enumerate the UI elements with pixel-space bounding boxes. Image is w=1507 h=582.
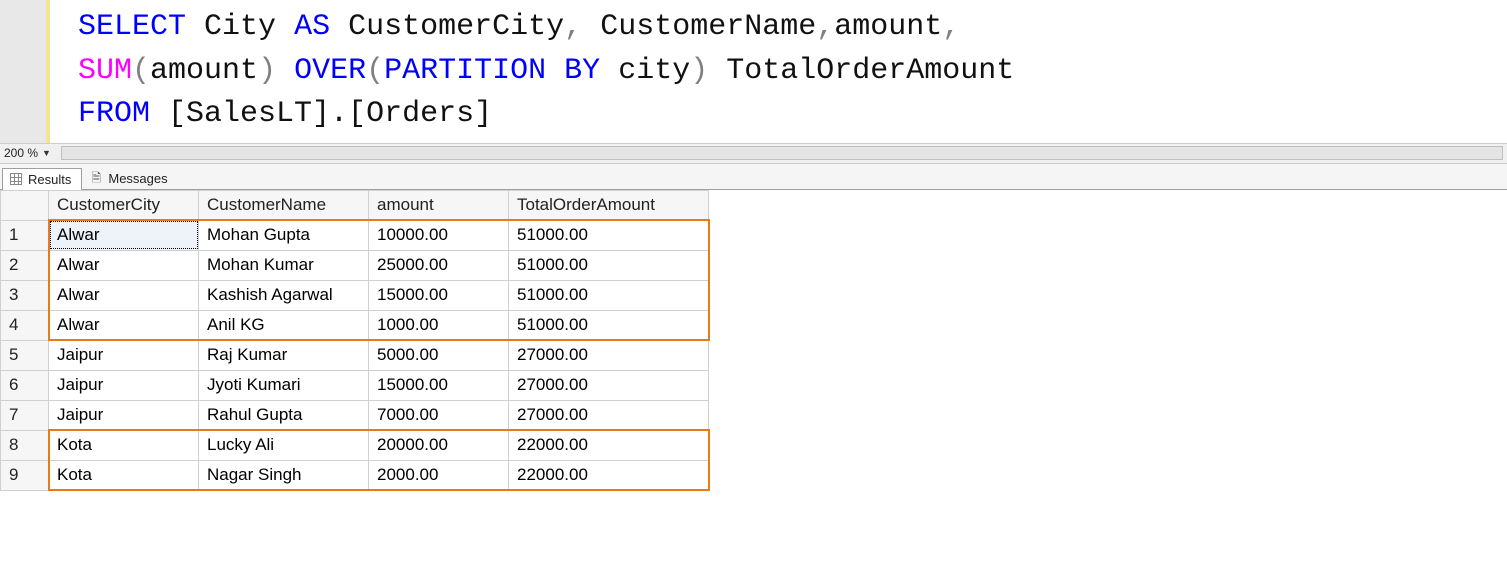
cell-totalorderamount[interactable]: 51000.00 xyxy=(509,250,709,280)
rownum-header[interactable] xyxy=(1,190,49,220)
cell-customername[interactable]: Anil KG xyxy=(199,310,369,340)
table-row[interactable]: 9KotaNagar Singh2000.0022000.00 xyxy=(1,460,709,490)
editor-gutter xyxy=(0,0,50,143)
cell-customername[interactable]: Mohan Gupta xyxy=(199,220,369,250)
row-number[interactable]: 1 xyxy=(1,220,49,250)
cell-totalorderamount[interactable]: 27000.00 xyxy=(509,340,709,370)
alias-customercity: CustomerCity xyxy=(348,10,564,44)
col-header-customername[interactable]: CustomerName xyxy=(199,190,369,220)
rparen-icon: ) xyxy=(690,54,708,88)
cell-customername[interactable]: Mohan Kumar xyxy=(199,250,369,280)
cell-customername[interactable]: Raj Kumar xyxy=(199,340,369,370)
sql-editor[interactable]: SELECT City AS CustomerCity, CustomerNam… xyxy=(0,0,1507,144)
rparen-icon: ) xyxy=(258,54,276,88)
cell-customername[interactable]: Jyoti Kumari xyxy=(199,370,369,400)
results-grid[interactable]: CustomerCity CustomerName amount TotalOr… xyxy=(0,190,709,491)
table-row[interactable]: 5JaipurRaj Kumar5000.0027000.00 xyxy=(1,340,709,370)
cell-amount[interactable]: 10000.00 xyxy=(369,220,509,250)
cell-customercity[interactable]: Alwar xyxy=(49,280,199,310)
ident-city: City xyxy=(204,10,276,44)
table-row[interactable]: 1AlwarMohan Gupta10000.0051000.00 xyxy=(1,220,709,250)
cell-customercity[interactable]: Jaipur xyxy=(49,370,199,400)
cell-amount[interactable]: 7000.00 xyxy=(369,400,509,430)
ident-amount: amount xyxy=(834,10,942,44)
col-header-totalorderamount[interactable]: TotalOrderAmount xyxy=(509,190,709,220)
horizontal-scrollbar[interactable] xyxy=(61,146,1503,160)
cell-amount[interactable]: 15000.00 xyxy=(369,370,509,400)
row-number[interactable]: 5 xyxy=(1,340,49,370)
tab-results-label: Results xyxy=(28,172,71,187)
cell-totalorderamount[interactable]: 51000.00 xyxy=(509,280,709,310)
chevron-down-icon[interactable]: ▼ xyxy=(42,148,51,158)
cell-totalorderamount[interactable]: 51000.00 xyxy=(509,310,709,340)
cell-amount[interactable]: 15000.00 xyxy=(369,280,509,310)
kw-from: FROM xyxy=(78,97,150,131)
cell-amount[interactable]: 2000.00 xyxy=(369,460,509,490)
row-number[interactable]: 3 xyxy=(1,280,49,310)
grid-icon xyxy=(9,172,23,186)
row-number[interactable]: 2 xyxy=(1,250,49,280)
sql-text-area[interactable]: SELECT City AS CustomerCity, CustomerNam… xyxy=(50,0,1507,143)
cell-customername[interactable]: Lucky Ali xyxy=(199,430,369,460)
cell-customercity[interactable]: Alwar xyxy=(49,220,199,250)
lparen-icon: ( xyxy=(366,54,384,88)
lparen-icon: ( xyxy=(132,54,150,88)
cell-customercity[interactable]: Alwar xyxy=(49,250,199,280)
tab-messages[interactable]: 🗎 Messages xyxy=(82,167,178,189)
col-header-amount[interactable]: amount xyxy=(369,190,509,220)
kw-partition-by: PARTITION BY xyxy=(384,54,600,88)
cell-customercity[interactable]: Jaipur xyxy=(49,400,199,430)
cell-amount[interactable]: 25000.00 xyxy=(369,250,509,280)
row-number[interactable]: 9 xyxy=(1,460,49,490)
ident-object: [SalesLT].[Orders] xyxy=(168,97,492,131)
table-row[interactable]: 2AlwarMohan Kumar25000.0051000.00 xyxy=(1,250,709,280)
row-number[interactable]: 4 xyxy=(1,310,49,340)
row-number[interactable]: 8 xyxy=(1,430,49,460)
table-row[interactable]: 4AlwarAnil KG1000.0051000.00 xyxy=(1,310,709,340)
cell-amount[interactable]: 5000.00 xyxy=(369,340,509,370)
cell-amount[interactable]: 20000.00 xyxy=(369,430,509,460)
cell-customercity[interactable]: Kota xyxy=(49,460,199,490)
col-header-customercity[interactable]: CustomerCity xyxy=(49,190,199,220)
cell-customercity[interactable]: Jaipur xyxy=(49,340,199,370)
ident-amount: amount xyxy=(150,54,258,88)
alias-totalorderamount: TotalOrderAmount xyxy=(726,54,1014,88)
kw-sum: SUM xyxy=(78,54,132,88)
table-row[interactable]: 6JaipurJyoti Kumari15000.0027000.00 xyxy=(1,370,709,400)
cell-amount[interactable]: 1000.00 xyxy=(369,310,509,340)
results-tabs: Results 🗎 Messages xyxy=(0,164,1507,190)
cell-customercity[interactable]: Alwar xyxy=(49,310,199,340)
kw-over: OVER xyxy=(294,54,366,88)
kw-select: SELECT xyxy=(78,10,186,44)
cell-totalorderamount[interactable]: 22000.00 xyxy=(509,430,709,460)
ident-city: city xyxy=(618,54,690,88)
table-row[interactable]: 7JaipurRahul Gupta7000.0027000.00 xyxy=(1,400,709,430)
row-number[interactable]: 6 xyxy=(1,370,49,400)
cell-customercity[interactable]: Kota xyxy=(49,430,199,460)
cell-totalorderamount[interactable]: 22000.00 xyxy=(509,460,709,490)
cell-customername[interactable]: Rahul Gupta xyxy=(199,400,369,430)
tab-messages-label: Messages xyxy=(108,171,167,186)
comma-icon: , xyxy=(942,10,960,44)
cell-customername[interactable]: Nagar Singh xyxy=(199,460,369,490)
cell-totalorderamount[interactable]: 51000.00 xyxy=(509,220,709,250)
row-number[interactable]: 7 xyxy=(1,400,49,430)
comma-icon: , xyxy=(564,10,582,44)
document-icon: 🗎 xyxy=(89,171,103,185)
results-grid-wrap: CustomerCity CustomerName amount TotalOr… xyxy=(0,190,1507,491)
table-row[interactable]: 8KotaLucky Ali20000.0022000.00 xyxy=(1,430,709,460)
zoom-bar: 200 % ▼ xyxy=(0,144,1507,164)
cell-totalorderamount[interactable]: 27000.00 xyxy=(509,400,709,430)
comma-icon: , xyxy=(816,10,834,44)
zoom-value[interactable]: 200 % xyxy=(4,146,38,160)
cell-totalorderamount[interactable]: 27000.00 xyxy=(509,370,709,400)
ident-customername: CustomerName xyxy=(600,10,816,44)
table-row[interactable]: 3AlwarKashish Agarwal15000.0051000.00 xyxy=(1,280,709,310)
tab-results[interactable]: Results xyxy=(2,168,82,190)
cell-customername[interactable]: Kashish Agarwal xyxy=(199,280,369,310)
kw-as: AS xyxy=(294,10,330,44)
